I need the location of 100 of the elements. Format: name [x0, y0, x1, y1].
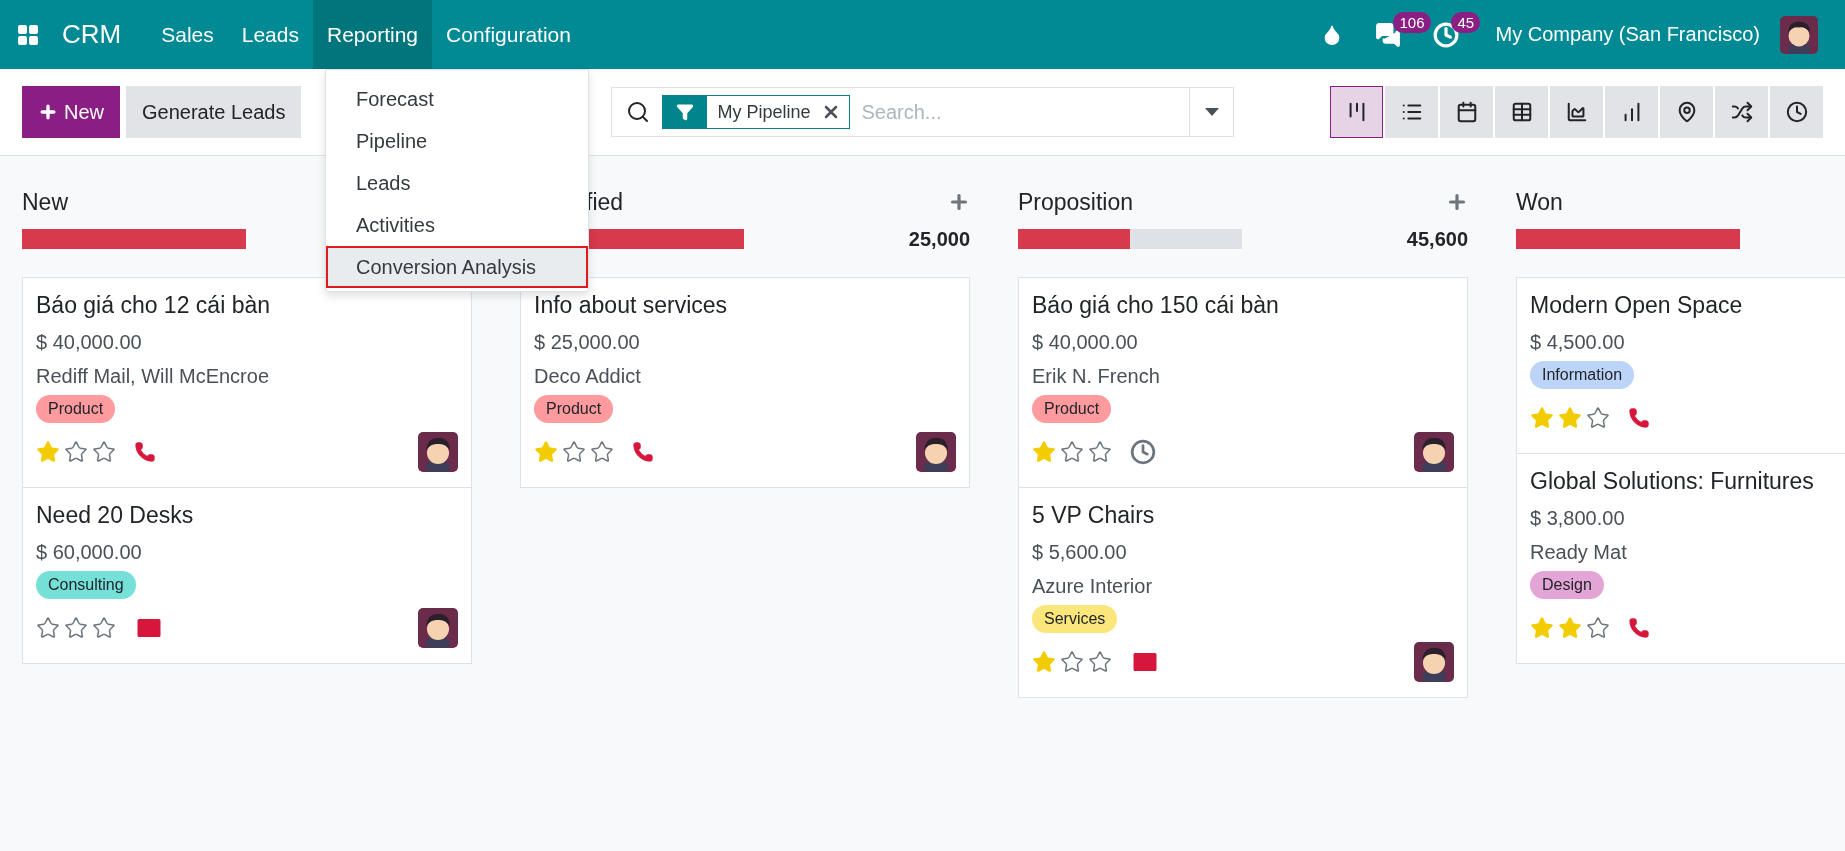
user-avatar [1780, 15, 1818, 54]
tag: Services [1032, 605, 1118, 633]
dropdown-item[interactable]: Forecast [326, 78, 588, 120]
dropdown-item[interactable]: Pipeline [326, 120, 588, 162]
lead-card[interactable]: Need 20 Desks $ 60,000.00 Consulting [22, 487, 472, 664]
star-icon[interactable] [1032, 440, 1056, 464]
add-card-button[interactable] [1446, 191, 1468, 213]
card-title: Modern Open Space [1530, 292, 1744, 319]
menu-item[interactable]: Leads [227, 0, 313, 69]
add-card-button[interactable] [948, 191, 970, 213]
star-icon[interactable] [92, 440, 116, 464]
message-count-badge: 106 [1393, 12, 1431, 33]
card-contact: Deco Addict [534, 364, 642, 389]
dropdown-item[interactable]: Conversion Analysis [326, 246, 588, 288]
star-icon[interactable] [1032, 650, 1056, 674]
star-icon[interactable] [1060, 650, 1084, 674]
grid-icon [16, 22, 40, 47]
column-total: 25,000 [908, 227, 970, 251]
plus-icon [1446, 191, 1468, 213]
cohort-view-button[interactable] [1605, 86, 1658, 138]
star-icon[interactable] [534, 440, 558, 464]
star-icon[interactable] [36, 616, 60, 640]
generate-leads-button[interactable]: Generate Leads [126, 86, 302, 138]
star-icon[interactable] [64, 616, 88, 640]
card-contact: Rediff Mail, Will McEncroe [36, 364, 271, 389]
star-icon[interactable] [64, 440, 88, 464]
tag: Consulting [36, 571, 136, 599]
map-view-button[interactable] [1660, 86, 1713, 138]
phone-icon[interactable] [1628, 407, 1650, 429]
column-title: Proposition [1018, 188, 1134, 216]
calendar-icon [1455, 101, 1478, 123]
star-icon[interactable] [562, 440, 586, 464]
filter-icon [676, 103, 695, 121]
card-amount: $ 5,600.00 [1032, 540, 1128, 565]
activity-view-button[interactable] [1770, 86, 1823, 138]
lead-card[interactable]: Báo giá cho 12 cái bàn $ 40,000.00 Rediff Mail, Will McEncroe Product [22, 277, 472, 488]
card-amount: $ 25,000.00 [534, 330, 641, 355]
graph-view-button[interactable] [1550, 86, 1603, 138]
card-amount: $ 4,500.00 [1530, 330, 1626, 355]
menu-item[interactable]: Configuration [432, 0, 585, 69]
lead-card[interactable]: Info about services $ 25,000.00 Deco Addict Product [520, 277, 970, 488]
star-icon[interactable] [1586, 616, 1610, 640]
star-icon[interactable] [1558, 616, 1582, 640]
phone-icon[interactable] [632, 441, 654, 463]
column-total: 45,600 [1406, 227, 1468, 251]
card-contact: Ready Mat [1530, 540, 1628, 565]
tag: Product [1032, 395, 1112, 423]
card-title: Info about services [534, 292, 729, 319]
column-title: Won [1516, 188, 1563, 216]
lead-card[interactable]: 5 VP Chairs $ 5,600.00 Azure Interior Services [1018, 487, 1468, 698]
list-view-button[interactable] [1385, 86, 1438, 138]
tag: Information [1530, 361, 1635, 389]
calendar-view-button[interactable] [1440, 86, 1493, 138]
search-icon [626, 100, 651, 124]
card-amount: $ 40,000.00 [36, 330, 143, 355]
phone-icon[interactable] [1628, 617, 1650, 639]
activity-icon [1785, 101, 1808, 123]
star-icon[interactable] [1530, 406, 1554, 430]
star-icon[interactable] [590, 440, 614, 464]
column-title: New [22, 188, 68, 216]
pivot-view-button[interactable] [1495, 86, 1548, 138]
star-icon[interactable] [92, 616, 116, 640]
card-title: Need 20 Desks [36, 502, 195, 529]
graph-icon [1565, 101, 1588, 123]
clock-icon[interactable] [1130, 439, 1156, 465]
card-title: Báo giá cho 150 cái bàn [1032, 292, 1280, 319]
lead-card[interactable]: Global Solutions: Furnitures $ 3,800.00 Ready Mat Design [1516, 453, 1845, 664]
tag: Product [534, 395, 614, 423]
card-title: Báo giá cho 12 cái bàn [36, 292, 271, 319]
menu-item[interactable]: Sales [147, 0, 228, 69]
star-icon[interactable] [1060, 440, 1084, 464]
star-icon[interactable] [1530, 616, 1554, 640]
phone-icon[interactable] [134, 441, 156, 463]
menu-item[interactable]: Reporting [312, 0, 433, 69]
card-contact: Azure Interior [1032, 574, 1154, 599]
plus-icon [948, 191, 970, 213]
kanban-view-button[interactable] [1330, 86, 1383, 138]
new-button[interactable]: New [22, 86, 120, 138]
search-field[interactable]: Search... [849, 100, 1190, 124]
dropdown-item[interactable]: Leads [326, 162, 588, 204]
shuffle-view-button[interactable] [1715, 86, 1768, 138]
star-icon[interactable] [36, 440, 60, 464]
facet-label: My Pipeline [716, 101, 812, 123]
card-amount: $ 40,000.00 [1032, 330, 1139, 355]
card-title: 5 VP Chairs [1032, 502, 1156, 529]
star-icon[interactable] [1088, 440, 1112, 464]
star-icon[interactable] [1586, 406, 1610, 430]
lead-card[interactable]: Modern Open Space $ 4,500.00 Information [1516, 277, 1845, 454]
caret-icon [1204, 108, 1219, 116]
app-name: CRM [62, 19, 122, 50]
chat-icon [1375, 21, 1402, 48]
star-icon[interactable] [1088, 650, 1112, 674]
pivot-icon [1510, 101, 1533, 123]
star-icon[interactable] [1558, 406, 1582, 430]
search-bar[interactable]: My Pipeline Search... [611, 87, 1235, 137]
lead-card[interactable]: Báo giá cho 150 cái bàn $ 40,000.00 Erik N. French Product [1018, 277, 1468, 488]
card-contact: Erik N. French [1032, 364, 1161, 389]
plus-icon [38, 102, 58, 122]
dropdown-item[interactable]: Activities [326, 204, 588, 246]
tag: Product [36, 395, 116, 423]
